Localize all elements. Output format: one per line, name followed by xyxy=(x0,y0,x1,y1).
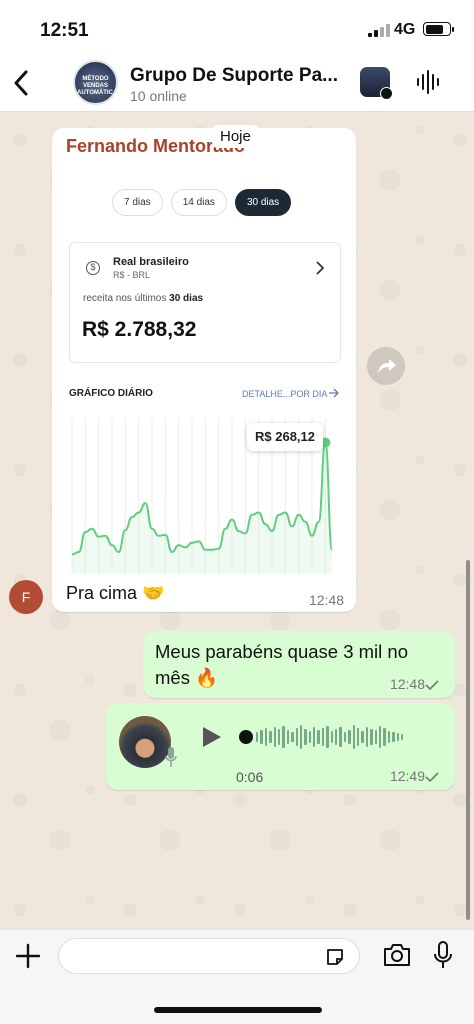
group-status-thumbnail[interactable] xyxy=(360,67,393,100)
waveform-bar xyxy=(400,734,404,740)
revenue-panel: $ Real brasileiro R$ - BRL receita nos ú… xyxy=(69,242,341,363)
waveform-bar xyxy=(317,730,320,744)
image-message-card[interactable]: Fernando Mentorado 7 dias 14 dias 30 dia… xyxy=(52,128,356,612)
waveform-bar xyxy=(269,731,272,743)
waveform-bar xyxy=(356,728,360,746)
voice-chat-icon[interactable] xyxy=(416,69,440,95)
status-bar: 12:51 4G xyxy=(0,0,474,56)
waveform-bar xyxy=(286,730,290,744)
details-link: DETALHE...POR DIA xyxy=(242,389,328,399)
message-text: Pra cima 🤝 xyxy=(66,583,165,603)
waveform-bar xyxy=(282,726,285,748)
sent-check-icon xyxy=(425,680,439,690)
waveform-bar xyxy=(256,732,259,742)
message-time: 12:49 xyxy=(389,768,425,784)
waveform-bar xyxy=(378,726,382,748)
waveform-bar xyxy=(330,731,334,743)
message-time: 12:48 xyxy=(389,676,425,692)
playback-position-handle[interactable] xyxy=(239,730,253,744)
chart-title: GRÁFICO DIÁRIO xyxy=(69,388,153,399)
microphone-icon[interactable] xyxy=(433,940,453,970)
home-indicator xyxy=(154,1007,322,1013)
waveform-bar xyxy=(260,730,263,744)
sent-check-icon xyxy=(425,772,439,782)
online-count: 10 online xyxy=(130,88,187,104)
waveform-bar xyxy=(387,731,391,743)
arrow-right-icon xyxy=(329,388,339,398)
message-time: 12:48 xyxy=(308,592,344,608)
date-chip: Hoje xyxy=(212,125,259,148)
waveform-bar xyxy=(326,726,329,748)
voice-duration: 0:06 xyxy=(236,769,264,785)
pill-14-days: 14 dias xyxy=(170,189,227,216)
outgoing-voice-message[interactable]: 0:06 12:49 xyxy=(106,703,455,790)
currency-name: Real brasileiro xyxy=(113,256,189,268)
waveform-bar xyxy=(304,729,307,745)
waveform-bar xyxy=(352,725,355,749)
waveform-bar xyxy=(383,728,386,746)
waveform-bar xyxy=(374,730,377,744)
camera-icon[interactable] xyxy=(382,942,412,968)
battery-icon xyxy=(423,22,454,36)
waveform-bar xyxy=(313,727,316,747)
network-label: 4G xyxy=(394,21,416,38)
waveform-bar xyxy=(392,732,395,742)
chat-header: MÉTODO VENDAS AUTOMÁTICAS Grupo De Supor… xyxy=(0,56,474,112)
revenue-label: receita nos últimos 30 dias xyxy=(83,293,204,304)
waveform-bar xyxy=(273,727,276,747)
waveform-bar xyxy=(348,730,351,744)
waveform-bar xyxy=(321,728,325,746)
waveform-bar xyxy=(264,728,268,746)
message-input[interactable] xyxy=(58,938,360,974)
scrollbar[interactable] xyxy=(466,560,470,920)
chevron-right-icon xyxy=(316,261,325,275)
waveform-bar xyxy=(295,728,298,746)
sticker-icon[interactable] xyxy=(325,947,345,967)
composer-bar xyxy=(0,930,474,1024)
period-pills: 7 dias 14 dias 30 dias xyxy=(112,189,292,216)
waveform-bar xyxy=(365,727,369,747)
waveform-bar xyxy=(343,732,347,742)
waveform-bar xyxy=(361,731,364,743)
currency-code: R$ - BRL xyxy=(113,270,151,280)
group-name[interactable]: Grupo De Suporte Pa... xyxy=(130,65,345,87)
outgoing-text-message[interactable]: Meus parabéns quase 3 mil no mês 🔥 12:48 xyxy=(143,631,455,698)
waveform-bar xyxy=(299,725,303,749)
pill-7-days: 7 dias xyxy=(112,189,163,216)
waveform-bar xyxy=(370,729,373,745)
back-arrow-icon[interactable] xyxy=(8,66,38,100)
chart-tooltip: R$ 268,12 xyxy=(247,423,323,451)
waveform-bar xyxy=(335,729,338,745)
voice-waveform[interactable] xyxy=(256,724,404,750)
mic-icon xyxy=(165,747,177,767)
waveform-bar xyxy=(339,727,342,747)
waveform-bar xyxy=(277,729,281,745)
revenue-amount: R$ 2.788,32 xyxy=(82,318,197,341)
play-icon[interactable] xyxy=(201,725,223,749)
pill-30-days: 30 dias xyxy=(234,189,292,216)
plus-icon[interactable] xyxy=(15,943,41,969)
group-avatar-text: MÉTODO VENDAS AUTOMÁTICAS xyxy=(77,76,118,96)
clock: 12:51 xyxy=(40,20,89,41)
chart-area xyxy=(72,442,332,573)
currency-icon: $ xyxy=(86,261,100,275)
sender-avatar[interactable]: F xyxy=(9,580,43,614)
forward-icon[interactable] xyxy=(367,347,405,385)
waveform-bar xyxy=(396,733,399,741)
group-avatar[interactable]: MÉTODO VENDAS AUTOMÁTICAS xyxy=(73,60,118,105)
waveform-bar xyxy=(308,731,312,743)
waveform-bar xyxy=(291,732,294,742)
signal-icon xyxy=(368,24,390,37)
